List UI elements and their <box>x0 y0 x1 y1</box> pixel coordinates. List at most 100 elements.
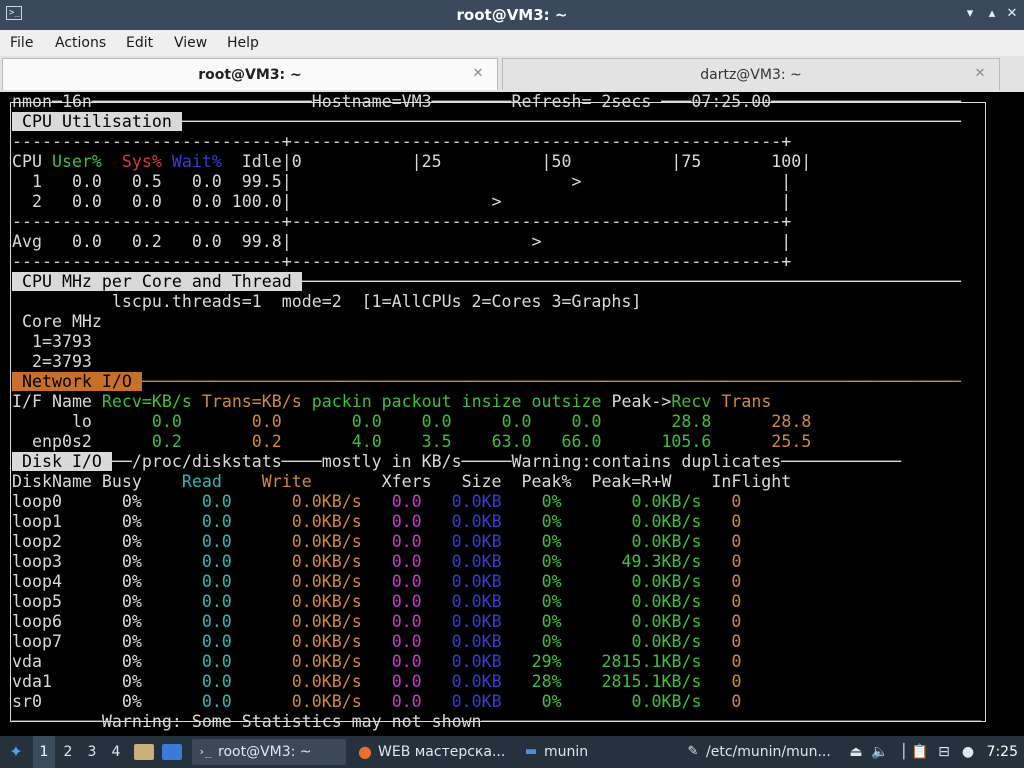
terminal-segment: 0% <box>541 512 562 531</box>
terminal-segment <box>362 572 392 591</box>
minimize-button[interactable]: ▾ <box>962 6 978 22</box>
terminal-segment: CPU MHz per Core and Thread <box>12 272 302 291</box>
terminal-segment <box>282 432 352 451</box>
close-button[interactable]: ✕ <box>1004 6 1020 22</box>
terminal-segment: 0.0KB/s <box>291 572 362 591</box>
terminal-segment: CPU <box>12 152 52 171</box>
task-terminal[interactable]: ›_ root@VM3: ~ <box>192 739 346 765</box>
terminal-segment <box>502 672 532 691</box>
terminal-segment: 0.2 <box>151 432 182 451</box>
terminal-segment: loop4 0% <box>12 572 202 591</box>
menu-file[interactable]: File <box>10 30 33 56</box>
menu-edit[interactable]: Edit <box>126 30 153 56</box>
terminal-segment <box>502 492 542 511</box>
terminal-segment: 0 <box>731 572 742 591</box>
terminal-segment <box>422 532 452 551</box>
terminal-view[interactable]: nmon─16n──────────────────────Hostname=V… <box>0 92 1024 736</box>
terminal-segment: 28% <box>531 672 562 691</box>
terminal-segment <box>232 612 292 631</box>
terminal-segment: 0.0KB/s <box>291 652 362 671</box>
terminal-segment <box>711 432 771 451</box>
terminal-segment: 0.0KB/s <box>291 532 362 551</box>
terminal-segment: 0.0 <box>201 532 232 551</box>
volume-icon[interactable]: 🔈 <box>870 742 890 762</box>
terminal-segment: 0.0KB/s <box>631 692 702 711</box>
terminal-segment <box>711 392 721 411</box>
tray-eject-icon[interactable]: ⏏ <box>846 742 866 762</box>
show-desktop-icon[interactable] <box>162 744 182 760</box>
workspace-3[interactable]: 3 <box>81 736 103 768</box>
workspace-4[interactable]: 4 <box>105 736 127 768</box>
terminal-segment: Network I/O <box>12 372 142 391</box>
tab-root[interactable]: root@VM3: ~ ✕ <box>2 58 498 90</box>
network-icon[interactable]: ⊟ <box>934 742 954 762</box>
terminal-segment: 0.0 <box>201 492 232 511</box>
task-munin-folder[interactable]: ▬ munin <box>518 739 676 765</box>
terminal-segment: 4.0 3.5 63.0 66.0 <box>351 432 602 451</box>
tab-dartz[interactable]: dartz@VM3: ~ ✕ <box>502 58 1000 90</box>
task-text-editor[interactable]: ✎ /etc/munin/mun... <box>680 739 840 765</box>
terminal-segment <box>362 672 392 691</box>
terminal-segment <box>422 572 452 591</box>
terminal-line: loop2 0% 0.0 0.0KB/s 0.0 0.0KB 0% 0.0KB/… <box>12 532 981 552</box>
terminal-segment <box>701 652 731 671</box>
task-firefox[interactable]: ● WEB мастерска... <box>352 739 514 765</box>
terminal-segment: 0.0 <box>391 512 422 531</box>
terminal-segment: 0.0 <box>391 692 422 711</box>
start-menu-icon[interactable]: ✦ <box>4 736 28 768</box>
clock[interactable]: 7:25 <box>987 736 1018 768</box>
terminal-segment: 0.0KB/s <box>291 592 362 611</box>
terminal-segment: loop2 0% <box>12 532 202 551</box>
tab-close-icon[interactable]: ✕ <box>973 67 987 81</box>
terminal-segment: 0% <box>541 592 562 611</box>
terminal-segment <box>232 652 292 671</box>
terminal-segment: 0% <box>541 532 562 551</box>
terminal-line: 2=3793 <box>12 352 981 372</box>
notifications-icon[interactable]: ● <box>958 742 978 762</box>
terminal-segment <box>701 572 731 591</box>
terminal-segment: enp0s2 <box>12 432 152 451</box>
terminal-segment: 0% <box>541 612 562 631</box>
menu-actions[interactable]: Actions <box>55 30 106 56</box>
terminal-segment <box>502 592 542 611</box>
menu-help[interactable]: Help <box>227 30 259 56</box>
terminal-segment <box>362 512 392 531</box>
terminal-segment: 1 0.0 0.5 0.0 99.5| > | <box>12 172 792 191</box>
terminal-segment: 0% <box>541 632 562 651</box>
terminal-segment: Trans <box>721 392 772 411</box>
terminal-segment: 0.0 <box>201 672 232 691</box>
terminal-segment: ---------------------------+------------… <box>12 212 792 231</box>
menu-view[interactable]: View <box>174 30 207 56</box>
terminal-segment: 0.0KB/s <box>631 572 702 591</box>
terminal-segment: 0 <box>731 652 742 671</box>
terminal-segment: 0.0KB <box>451 532 502 551</box>
tab-close-icon[interactable]: ✕ <box>471 67 485 81</box>
terminal-segment: 0.0 <box>201 632 232 651</box>
terminal-segment: 28.8 <box>771 412 812 431</box>
terminal-line: Network I/O ────────────────────────────… <box>12 372 981 392</box>
terminal-segment <box>502 572 542 591</box>
terminal-segment <box>362 532 392 551</box>
terminal-segment: 0 <box>731 672 742 691</box>
workspace-1[interactable]: 1 <box>33 736 55 768</box>
terminal-segment <box>362 592 392 611</box>
file-manager-launcher-icon[interactable] <box>134 744 154 760</box>
terminal-segment: 2=3793 <box>12 352 92 371</box>
maximize-button[interactable]: ▴ <box>984 6 1000 22</box>
terminal-line: Core MHz <box>12 312 981 332</box>
terminal-segment: Core MHz <box>12 312 102 331</box>
terminal-segment: 0.0KB/s <box>631 512 702 531</box>
window-titlebar[interactable]: >_ root@VM3: ~ ▾ ▴ ✕ <box>0 0 1024 30</box>
terminal-segment: Trans=KB/s <box>201 392 302 411</box>
clipboard-icon[interactable]: 📋 <box>910 742 930 762</box>
terminal-segment <box>232 552 292 571</box>
workspace-2[interactable]: 2 <box>57 736 79 768</box>
terminal-segment <box>701 672 731 691</box>
terminal-line: loop1 0% 0.0 0.0KB/s 0.0 0.0KB 0% 0.0KB/… <box>12 512 981 532</box>
terminal-segment <box>701 512 731 531</box>
terminal-segment: loop5 0% <box>12 592 202 611</box>
terminal-line: Avg 0.0 0.2 0.0 99.8| > | <box>12 232 981 252</box>
terminal-line: lo 0.0 0.0 0.0 0.0 0.0 0.0 28.8 28.8 <box>12 412 981 432</box>
terminal-segment <box>422 512 452 531</box>
terminal-segment: 29% <box>531 652 562 671</box>
